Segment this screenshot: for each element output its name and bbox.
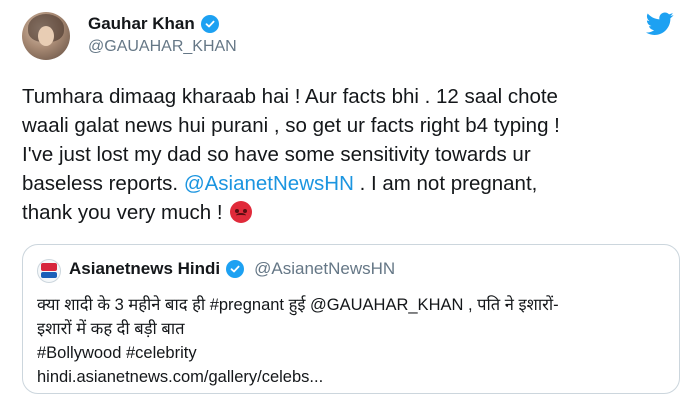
quoted-display-name[interactable]: Asianetnews Hindi [69, 259, 220, 279]
quoted-hashtags[interactable]: #Bollywood #celebrity [37, 341, 667, 365]
author-name-row: Gauhar Khan [88, 14, 219, 34]
avatar-logo-top [41, 263, 57, 271]
quoted-tweet-text: क्या शादी के 3 महीने बाद ही #pregnant हु… [37, 293, 667, 389]
quoted-handle[interactable]: @AsianetNewsHN [254, 259, 395, 279]
quoted-author-avatar[interactable] [37, 259, 61, 283]
verified-badge-icon [200, 15, 219, 33]
author-display-name[interactable]: Gauhar Khan [88, 14, 195, 34]
verified-badge-icon [226, 260, 245, 278]
avatar-logo-bottom [41, 272, 57, 278]
quoted-name-row: Asianetnews Hindi @AsianetNewsHN [69, 259, 395, 279]
mention-link[interactable]: @AsianetNewsHN [184, 172, 354, 195]
quoted-link[interactable]: hindi.asianetnews.com/gallery/celebs... [37, 365, 667, 389]
tweet-body: Tumhara dimaag kharaab hai ! Aur facts b… [22, 82, 682, 227]
quoted-line-1: क्या शादी के 3 महीने बाद ही #pregnant हु… [37, 296, 559, 314]
author-avatar[interactable] [22, 12, 70, 60]
quoted-line-2: इशारों में कह दी बड़ी बात [37, 320, 185, 338]
avatar-face [38, 26, 54, 46]
author-handle[interactable]: @GAUAHAR_KHAN [88, 38, 237, 56]
tweet-card: Gauhar Khan @GAUAHAR_KHAN Tumhara dimaag… [0, 0, 700, 400]
twitter-bird-icon[interactable] [646, 12, 674, 36]
quoted-tweet[interactable]: Asianetnews Hindi @AsianetNewsHN क्या शा… [22, 244, 680, 394]
angry-face-icon [230, 201, 253, 223]
